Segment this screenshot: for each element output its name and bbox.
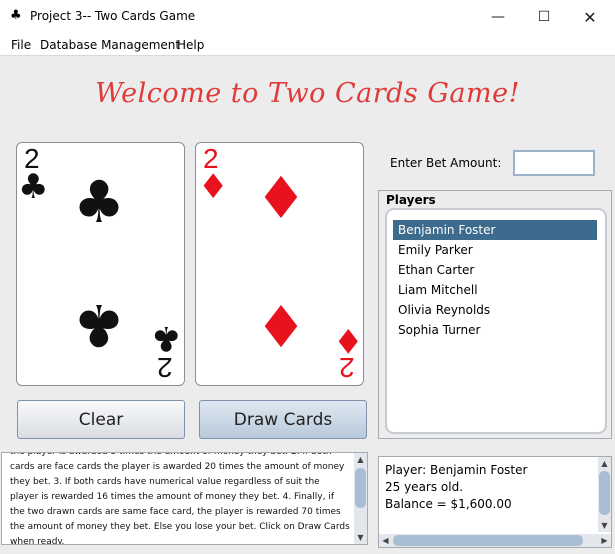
close-button[interactable]: ✕: [567, 0, 613, 34]
clubs-icon: ♣: [18, 167, 49, 207]
game-panel: Welcome to Two Cards Game! 2 ♣ ♣ ♣ ♣ 2 2…: [0, 56, 615, 554]
minimize-button[interactable]: —: [475, 0, 521, 34]
players-title: Players: [386, 193, 436, 207]
scroll-thumb[interactable]: [599, 471, 610, 515]
clear-button[interactable]: Clear: [17, 400, 185, 439]
menu-file[interactable]: File: [11, 38, 31, 52]
menu-help[interactable]: Help: [177, 38, 204, 52]
card-rank: 2: [157, 352, 173, 383]
card-rank: 2: [339, 352, 355, 383]
diamonds-icon: ♦: [255, 164, 307, 232]
clubs-icon: ♣: [151, 318, 182, 358]
menu-bar: File Database Management Help: [0, 34, 615, 56]
players-list[interactable]: Benjamin Foster Emily Parker Ethan Carte…: [385, 208, 607, 434]
rules-text-area[interactable]: the player is awarded 5 times the amount…: [1, 452, 368, 545]
diamonds-icon: ♦: [198, 167, 229, 207]
player-balance-line: Balance = $1,600.00: [385, 497, 512, 511]
list-item[interactable]: Benjamin Foster: [393, 220, 597, 240]
bet-amount-input[interactable]: [513, 150, 595, 176]
list-item[interactable]: Sophia Turner: [393, 320, 597, 340]
bet-amount-label: Enter Bet Amount:: [390, 156, 502, 170]
draw-cards-button[interactable]: Draw Cards: [199, 400, 367, 439]
player-name-line: Player: Benjamin Foster: [385, 463, 528, 477]
card-right: 2 ♦ ♦ ♦ ♦ 2: [195, 142, 364, 386]
clubs-icon: ♣: [73, 168, 125, 236]
clubs-icon: ♣: [73, 291, 125, 359]
scroll-down-icon[interactable]: ▼: [598, 519, 611, 532]
window-title: Project 3-- Two Cards Game: [30, 9, 196, 23]
scroll-thumb[interactable]: [355, 468, 366, 508]
list-item[interactable]: Olivia Reynolds: [393, 300, 597, 320]
info-horizontal-scrollbar[interactable]: ◀ ▶: [379, 534, 611, 547]
list-item[interactable]: Liam Mitchell: [393, 280, 597, 300]
scroll-left-icon[interactable]: ◀: [379, 534, 392, 547]
scroll-up-icon[interactable]: ▲: [598, 457, 611, 470]
rules-scrollbar[interactable]: ▲ ▼: [354, 453, 367, 544]
rules-text: the player is awarded 5 times the amount…: [10, 452, 350, 545]
players-panel: Players Benjamin Foster Emily Parker Eth…: [378, 190, 612, 439]
card-left: 2 ♣ ♣ ♣ ♣ 2: [16, 142, 185, 386]
welcome-heading: Welcome to Two Cards Game!: [95, 78, 520, 109]
list-item[interactable]: Emily Parker: [393, 240, 597, 260]
player-age-line: 25 years old.: [385, 480, 464, 494]
maximize-button[interactable]: ☐: [521, 0, 567, 34]
scroll-thumb[interactable]: [393, 535, 583, 546]
scroll-down-icon[interactable]: ▼: [354, 531, 367, 544]
title-bar: ♣ Project 3-- Two Cards Game — ☐ ✕: [0, 0, 615, 34]
diamonds-icon: ♦: [255, 291, 307, 359]
info-vertical-scrollbar[interactable]: ▲ ▼: [598, 457, 611, 532]
scroll-right-icon[interactable]: ▶: [598, 534, 611, 547]
list-item[interactable]: Ethan Carter: [393, 260, 597, 280]
card-suit-icon: ♣: [10, 8, 22, 23]
scroll-up-icon[interactable]: ▲: [354, 453, 367, 466]
menu-database-management[interactable]: Database Management: [40, 38, 180, 52]
player-info-area[interactable]: Player: Benjamin Foster 25 years old. Ba…: [378, 456, 612, 548]
